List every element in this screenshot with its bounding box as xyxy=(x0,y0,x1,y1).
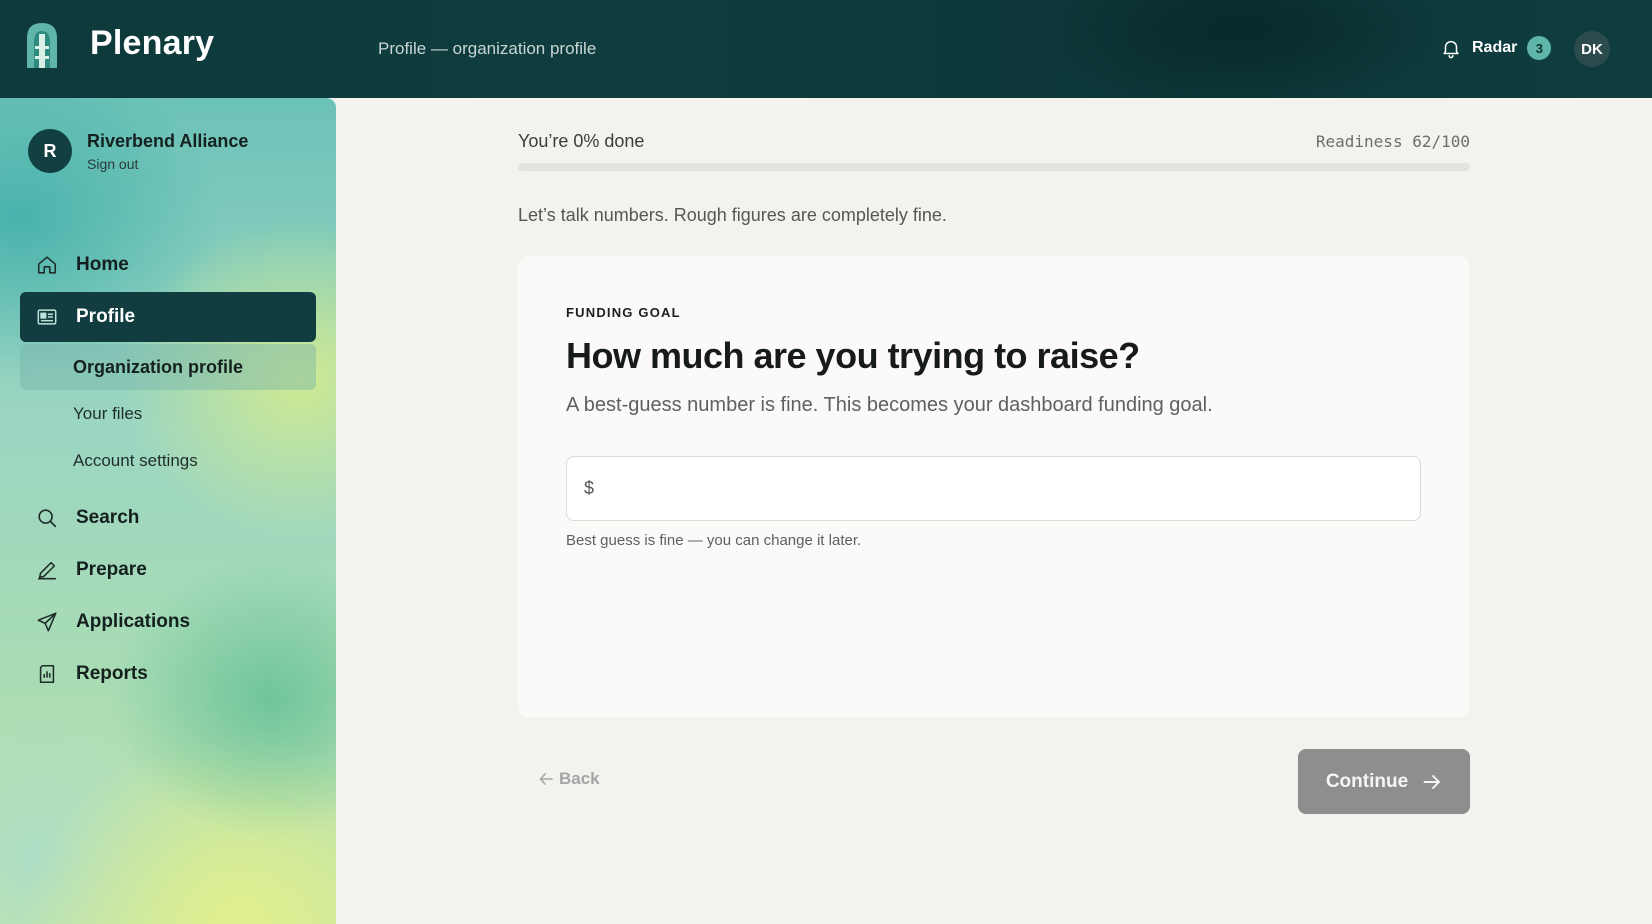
home-icon xyxy=(37,256,57,274)
sidebar-item-prepare[interactable]: Prepare xyxy=(20,545,316,595)
sidebar-subitem-label: Your files xyxy=(73,404,143,423)
plenary-logo-icon[interactable] xyxy=(24,20,60,70)
question-card: FUNDING GOAL How much are you trying to … xyxy=(518,256,1470,718)
radar-label: Radar xyxy=(1472,39,1518,56)
question-title: How much are you trying to raise? xyxy=(566,335,1140,376)
intro-text: Let’s talk numbers. Rough figures are co… xyxy=(518,205,947,225)
sidebar-subitem-account-settings[interactable]: Account settings xyxy=(20,438,316,484)
sign-out-link[interactable]: Sign out xyxy=(87,156,248,172)
arrow-right-icon xyxy=(1423,774,1441,789)
radar-button[interactable]: Radar 3 xyxy=(1440,36,1552,60)
progress-label: You’re 0% done xyxy=(518,131,645,151)
sidebar-subitem-organization-profile[interactable]: Organization profile xyxy=(20,344,316,390)
back-button[interactable]: Back xyxy=(538,769,600,789)
top-header: Plenary Profile — organization profile R… xyxy=(0,0,1652,98)
funding-goal-field[interactable]: $ xyxy=(566,456,1421,521)
search-icon xyxy=(38,509,57,528)
sidebar-subitem-label: Account settings xyxy=(73,451,198,470)
id-card-icon xyxy=(37,309,57,325)
question-eyebrow: FUNDING GOAL xyxy=(566,305,681,320)
sidebar-nav: Home Profile Organization profile Your f… xyxy=(20,240,316,701)
arrow-left-icon xyxy=(539,773,553,785)
question-help-text: A best-guess number is fine. This become… xyxy=(566,394,1213,416)
report-icon xyxy=(39,664,55,684)
brand-name[interactable]: Plenary xyxy=(90,24,214,63)
org-avatar: R xyxy=(28,129,72,173)
sidebar-item-label: Home xyxy=(76,254,129,275)
send-icon xyxy=(37,612,57,632)
sidebar: R Riverbend Alliance Sign out Home Profi… xyxy=(0,98,336,924)
back-label: Back xyxy=(559,769,600,788)
funding-goal-input[interactable] xyxy=(594,457,1420,520)
readiness-score: Readiness 62/100 xyxy=(1315,132,1470,151)
breadcrumb: Profile — organization profile xyxy=(378,39,597,58)
pencil-icon xyxy=(37,561,57,580)
currency-symbol: $ xyxy=(584,478,595,498)
radar-count-badge: 3 xyxy=(1527,36,1552,60)
sidebar-item-label: Prepare xyxy=(76,559,147,580)
progress-header: You’re 0% done Readiness 62/100 xyxy=(518,131,1470,152)
sidebar-item-label: Applications xyxy=(76,611,191,632)
field-hint: Best guess is fine — you can change it l… xyxy=(566,532,862,549)
continue-button[interactable]: Continue xyxy=(1298,749,1470,814)
sidebar-item-home[interactable]: Home xyxy=(20,240,316,290)
org-name: Riverbend Alliance xyxy=(87,130,249,151)
sidebar-item-reports[interactable]: Reports xyxy=(20,649,316,699)
sidebar-item-profile[interactable]: Profile xyxy=(20,292,316,342)
sidebar-subitem-label: Organization profile xyxy=(73,356,244,377)
org-switcher[interactable]: R Riverbend Alliance Sign out xyxy=(28,129,248,173)
sidebar-item-label: Profile xyxy=(76,306,136,327)
progress-bar xyxy=(518,163,1470,171)
sidebar-subitem-your-files[interactable]: Your files xyxy=(20,391,316,437)
sidebar-item-search[interactable]: Search xyxy=(20,493,316,543)
sidebar-item-label: Search xyxy=(76,507,140,528)
continue-label: Continue xyxy=(1325,770,1409,792)
user-avatar[interactable]: DK xyxy=(1574,31,1610,67)
sidebar-item-applications[interactable]: Applications xyxy=(20,597,316,647)
sidebar-item-label: Reports xyxy=(76,663,148,684)
bell-icon xyxy=(1443,40,1459,59)
